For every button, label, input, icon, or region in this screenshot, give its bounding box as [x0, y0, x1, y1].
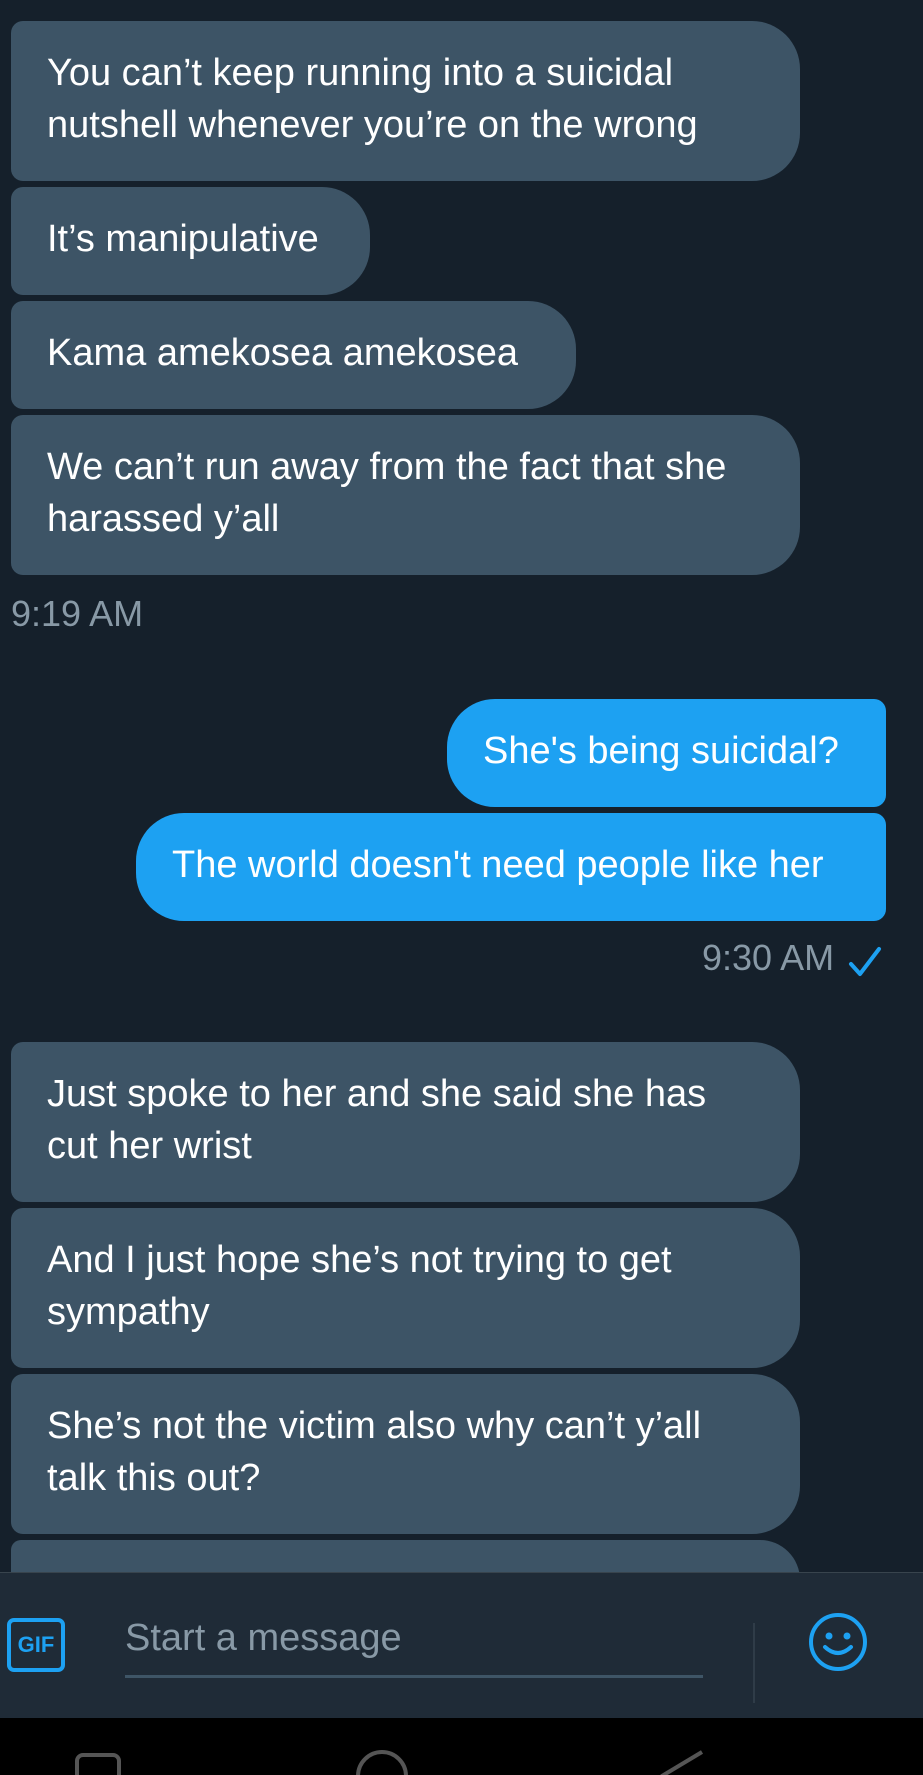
outgoing-message[interactable]: She's being suicidal?: [447, 699, 886, 807]
system-navigation-bar: [0, 1718, 923, 1775]
incoming-message[interactable]: Kama amekosea amekosea: [11, 301, 576, 409]
square-icon[interactable]: [74, 1752, 122, 1775]
circle-icon[interactable]: [354, 1748, 410, 1775]
message-text: She’s not the victim also why can’t y’al…: [47, 1405, 702, 1499]
message-text: Just spoke to her and she said she has c…: [47, 1073, 707, 1167]
checkmark-icon: [849, 947, 881, 976]
dm-conversation-screen: You can’t keep running into a suicidal n…: [0, 0, 923, 1775]
message-text: She's being suicidal?: [483, 730, 839, 772]
incoming-message[interactable]: It’s manipulative: [11, 187, 370, 295]
message-list[interactable]: You can’t keep running into a suicidal n…: [0, 0, 923, 1572]
message-text: And I just hope she’s not trying to get …: [47, 1239, 672, 1333]
message-text: It’s manipulative: [47, 218, 319, 260]
incoming-message[interactable]: We can’t run away from the fact that she…: [11, 415, 800, 575]
message-text: You can’t keep running into a suicidal n…: [47, 52, 698, 146]
message-timestamp: 9:19 AM: [11, 593, 144, 634]
triangle-icon[interactable]: [656, 1748, 708, 1775]
incoming-message[interactable]: And I just hope she’s not trying to get …: [11, 1208, 800, 1368]
message-text: The world doesn't need people like her: [172, 844, 824, 886]
incoming-message-partial[interactable]: [11, 1540, 800, 1572]
outgoing-message[interactable]: The world doesn't need people like her: [136, 813, 886, 921]
message-input[interactable]: [125, 1601, 703, 1678]
message-text: We can’t run away from the fact that she…: [47, 446, 727, 540]
message-text: Kama amekosea amekosea: [47, 332, 519, 374]
gif-button[interactable]: GIF: [7, 1618, 65, 1672]
message-timestamp: 9:30 AM: [702, 937, 835, 978]
incoming-message[interactable]: You can’t keep running into a suicidal n…: [11, 21, 800, 181]
composer-divider: [753, 1623, 755, 1703]
smiley-icon[interactable]: [807, 1611, 869, 1673]
incoming-message[interactable]: She’s not the victim also why can’t y’al…: [11, 1374, 800, 1534]
incoming-message[interactable]: Just spoke to her and she said she has c…: [11, 1042, 800, 1202]
message-composer: GIF: [0, 1572, 923, 1718]
